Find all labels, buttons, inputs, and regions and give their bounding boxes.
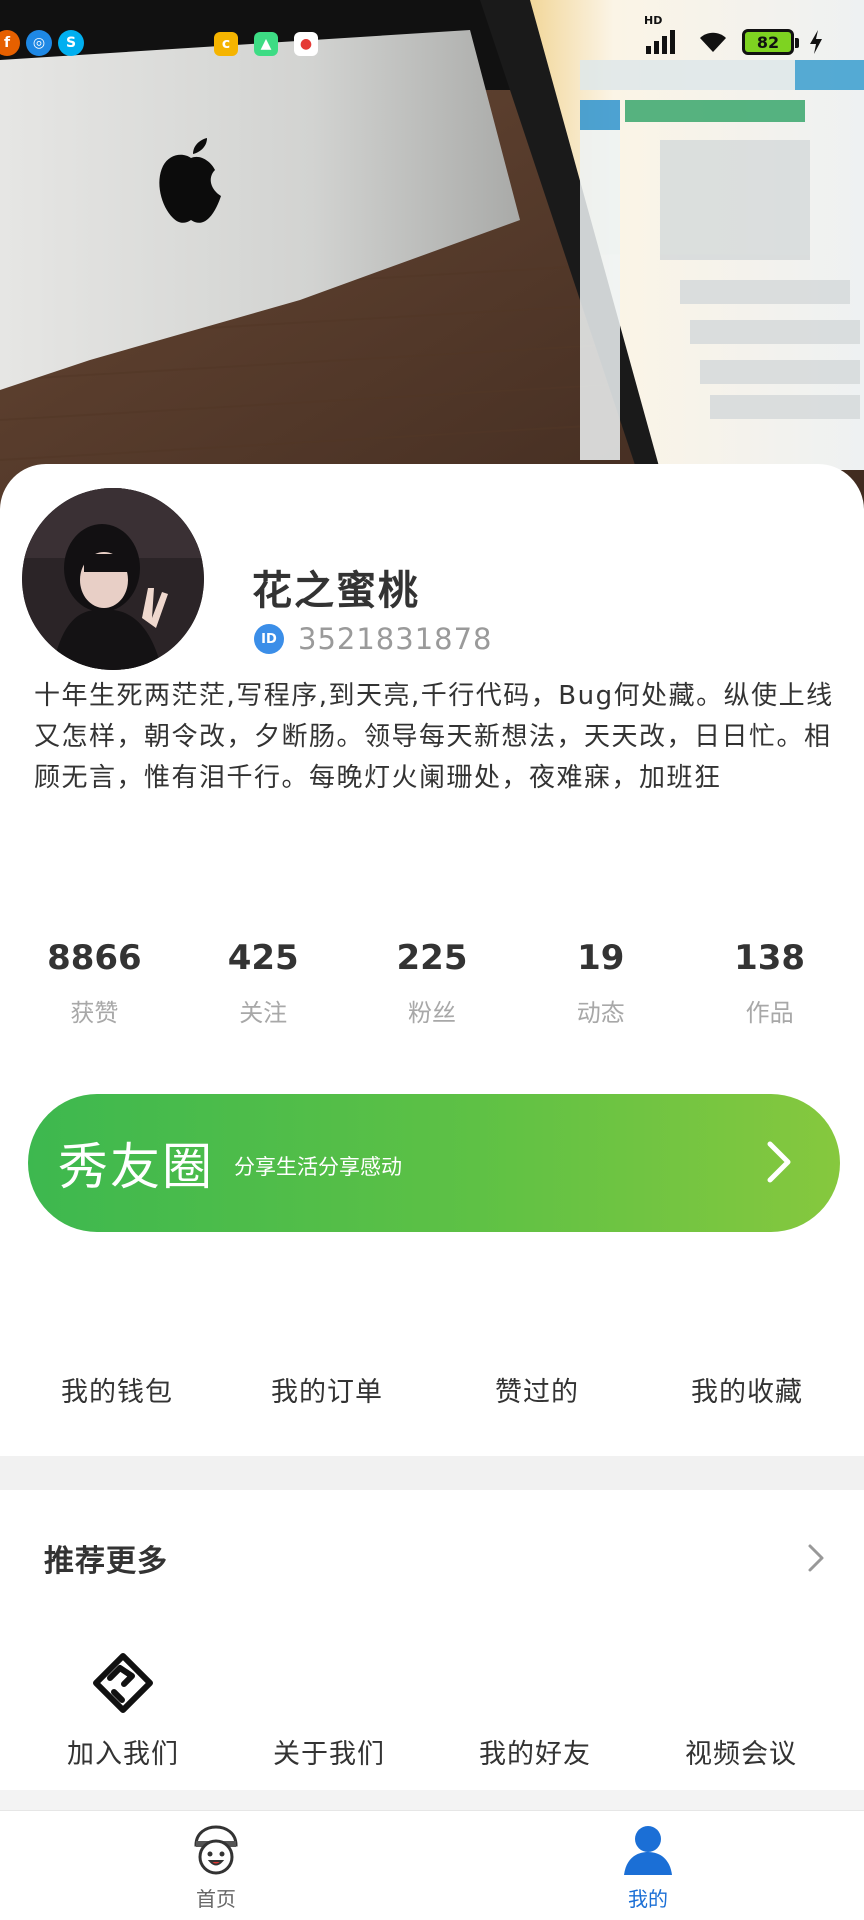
stat-following[interactable]: 425 关注 bbox=[179, 935, 348, 1028]
notification-app-icon: c bbox=[214, 32, 238, 56]
user-id-value: 3521831878 bbox=[298, 622, 493, 656]
stat-label: 关注 bbox=[239, 999, 288, 1027]
shortcut-row: 我的钱包 我的订单 赞过的 我的收藏 bbox=[12, 1370, 852, 1409]
avatar-photo bbox=[22, 488, 204, 670]
recommend-join-us[interactable]: 加入我们 bbox=[20, 1648, 226, 1771]
banner-subtitle: 分享生活分享感动 bbox=[234, 1155, 402, 1179]
chevron-right-icon bbox=[767, 1141, 791, 1183]
stat-followers[interactable]: 225 粉丝 bbox=[348, 935, 517, 1028]
skype-app-icon: S bbox=[58, 30, 84, 56]
stat-value: 19 bbox=[577, 938, 625, 978]
signal-icon: HD bbox=[644, 14, 684, 56]
recommend-section-title: 推荐更多 bbox=[44, 1544, 168, 1579]
header-background-photo: f ◎ S c ▲ ● HD 82 bbox=[0, 0, 864, 520]
user-bio: 十年生死两茫茫,写程序,到天亮,千行代码，Bug何处藏。纵使上线又怎样，朝令改，… bbox=[34, 681, 834, 793]
home-character-icon bbox=[194, 1825, 238, 1875]
banner-title: 秀友圈 bbox=[58, 1138, 214, 1196]
status-bar: f ◎ S c ▲ ● HD 82 bbox=[0, 0, 864, 86]
stat-value: 8866 bbox=[47, 938, 142, 978]
chevron-right-icon[interactable] bbox=[800, 1540, 830, 1576]
shortcut-orders[interactable]: 我的订单 bbox=[222, 1370, 432, 1409]
tab-label: 首页 bbox=[196, 1887, 236, 1911]
shortcut-favorites[interactable]: 我的收藏 bbox=[642, 1370, 852, 1409]
battery-level: 82 bbox=[756, 32, 780, 52]
recommend-label: 我的好友 bbox=[479, 1739, 591, 1770]
maps-app-icon: ● bbox=[294, 32, 318, 56]
stat-posts[interactable]: 19 动态 bbox=[516, 935, 685, 1028]
stat-value: 138 bbox=[734, 938, 806, 978]
nickname: 花之蜜桃 bbox=[252, 568, 420, 614]
video-meeting-icon-placeholder bbox=[706, 1648, 776, 1718]
stat-label: 粉丝 bbox=[407, 999, 456, 1027]
user-icon bbox=[624, 1826, 672, 1875]
moments-banner-button[interactable]: 秀友圈 分享生活分享感动 bbox=[28, 1094, 840, 1232]
charging-icon bbox=[810, 30, 822, 54]
friends-icon-placeholder bbox=[500, 1648, 570, 1718]
stat-works[interactable]: 138 作品 bbox=[685, 935, 854, 1028]
recommend-label: 关于我们 bbox=[273, 1739, 385, 1770]
status-bar-right: HD 82 bbox=[644, 14, 824, 56]
user-id-row: ID 3521831878 bbox=[254, 622, 493, 656]
stat-likes[interactable]: 8866 获赞 bbox=[10, 935, 179, 1028]
stat-label: 获赞 bbox=[70, 999, 119, 1027]
recommend-my-friends[interactable]: 我的好友 bbox=[432, 1648, 638, 1771]
tab-home[interactable]: 首页 bbox=[0, 1811, 432, 1920]
recommend-label: 视频会议 bbox=[685, 1739, 797, 1770]
stat-label: 动态 bbox=[576, 999, 625, 1027]
stat-label: 作品 bbox=[745, 999, 794, 1027]
about-us-icon-placeholder bbox=[294, 1648, 364, 1718]
section-divider bbox=[0, 1456, 864, 1490]
bottom-tab-bar: 首页 我的 bbox=[0, 1810, 864, 1920]
safari-app-icon: ◎ bbox=[26, 30, 52, 56]
recommend-label: 加入我们 bbox=[67, 1739, 179, 1770]
tab-mine[interactable]: 我的 bbox=[432, 1811, 864, 1920]
android-app-icon: ▲ bbox=[254, 32, 278, 56]
network-type: HD bbox=[644, 14, 663, 27]
section-divider bbox=[0, 1790, 864, 1810]
avatar[interactable] bbox=[22, 488, 204, 670]
wifi-icon bbox=[700, 32, 726, 52]
firefox-app-icon: f bbox=[0, 30, 20, 56]
shortcut-wallet[interactable]: 我的钱包 bbox=[12, 1370, 222, 1409]
handshake-icon bbox=[93, 1653, 153, 1713]
recommend-about-us[interactable]: 关于我们 bbox=[226, 1648, 432, 1771]
battery-indicator: 82 bbox=[742, 29, 799, 55]
id-badge-icon: ID bbox=[254, 624, 284, 654]
shortcut-liked[interactable]: 赞过的 bbox=[432, 1370, 642, 1409]
tab-label: 我的 bbox=[628, 1887, 668, 1911]
recommend-video-meeting[interactable]: 视频会议 bbox=[638, 1648, 844, 1771]
recommend-grid: 加入我们 关于我们 我的好友 视频会议 bbox=[20, 1648, 844, 1771]
stats-row: 8866 获赞 425 关注 225 粉丝 19 动态 138 作品 bbox=[10, 935, 854, 1028]
stat-value: 425 bbox=[227, 938, 299, 978]
stat-value: 225 bbox=[396, 938, 468, 978]
